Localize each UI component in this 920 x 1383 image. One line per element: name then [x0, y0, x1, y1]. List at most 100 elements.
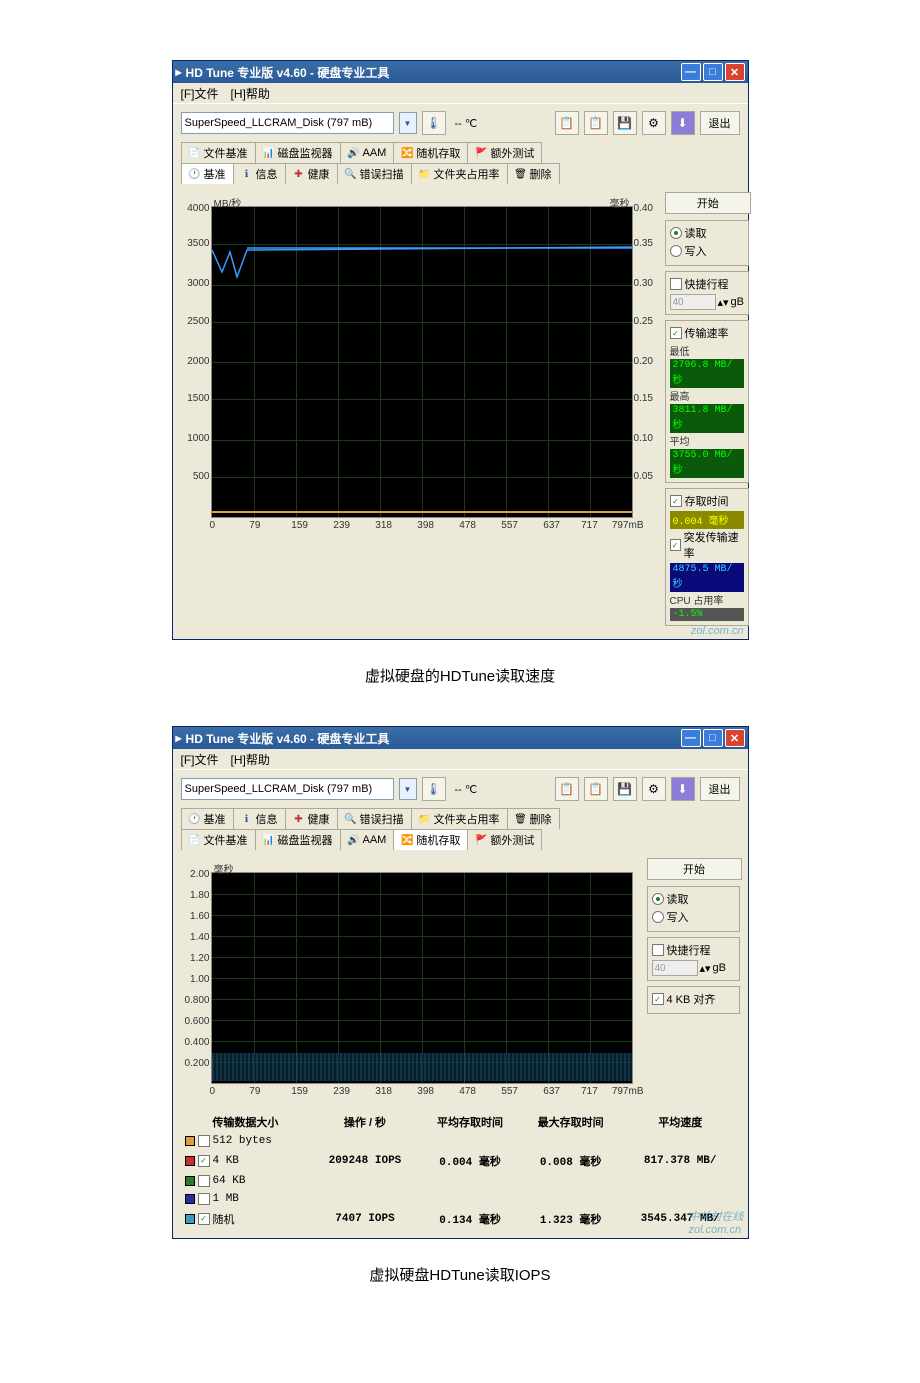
tab-folder-usage[interactable]: 📁文件夹占用率 [411, 808, 508, 829]
checkbox-icon: ✓ [670, 495, 682, 507]
check-align[interactable]: ✓4 KB 对齐 [652, 991, 735, 1007]
tab-random-access[interactable]: 🔀随机存取 [393, 829, 468, 850]
cell-speed: 817.378 MB/ [621, 1150, 740, 1172]
tab-erase[interactable]: 🗑删除 [507, 163, 560, 184]
drive-select-value: SuperSpeed_LLCRAM_Disk (797 mB) [185, 783, 373, 795]
check-access[interactable]: ✓存取时间 [670, 493, 745, 509]
online-button[interactable]: ⬇ [671, 111, 695, 135]
tab-info[interactable]: ℹ信息 [233, 808, 286, 829]
save-button[interactable]: 💾 [613, 777, 637, 801]
checkbox-icon[interactable] [198, 1193, 210, 1205]
random-icon: 🔀 [401, 147, 413, 159]
cell-speed [621, 1172, 740, 1190]
toolbar: SuperSpeed_LLCRAM_Disk (797 mB) ▼ 🌡 -- ℃… [173, 103, 748, 142]
title-bar[interactable]: ▸ HD Tune 专业版 v4.60 - 硬盘专业工具 — □ ✕ [173, 61, 748, 83]
tab-disk-monitor[interactable]: 📊磁盘监视器 [255, 142, 341, 163]
check-burst[interactable]: ✓突发传输速率 [670, 529, 745, 561]
tab-erase[interactable]: 🗑删除 [507, 808, 560, 829]
menu-help[interactable]: [H]帮助 [231, 85, 270, 102]
checkbox-icon[interactable]: ✓ [198, 1155, 210, 1167]
tab-benchmark[interactable]: 🕐基准 [181, 808, 234, 829]
radio-on-icon [652, 893, 664, 905]
minimize-button[interactable]: — [681, 729, 701, 747]
menu-file[interactable]: [F]文件 [181, 85, 219, 102]
check-quick[interactable]: 快捷行程 [670, 276, 745, 292]
quick-value-input[interactable] [670, 294, 716, 310]
mode-panel: 读取 写入 [647, 886, 740, 932]
options-button[interactable]: ⚙ [642, 777, 666, 801]
tab-error-scan[interactable]: 🔍错误扫描 [337, 808, 412, 829]
drive-select[interactable]: SuperSpeed_LLCRAM_Disk (797 mB) [181, 112, 394, 134]
align-panel: ✓4 KB 对齐 [647, 986, 740, 1014]
spinner-icon[interactable]: ▴▾ [718, 296, 729, 309]
copy-screenshot-button[interactable]: 📋 [584, 777, 608, 801]
random-side-panel: 开始 读取 写入 快捷行程 ▴▾gB ✓4 KB 对齐 [647, 858, 740, 1100]
cell-max [520, 1172, 621, 1190]
radio-read[interactable]: 读取 [670, 225, 745, 241]
info-icon: ℹ [241, 168, 253, 180]
health-icon: ✚ [293, 813, 305, 825]
drive-select-value: SuperSpeed_LLCRAM_Disk (797 mB) [185, 117, 373, 129]
online-button[interactable]: ⬇ [671, 777, 695, 801]
radio-write[interactable]: 写入 [670, 243, 745, 259]
radio-read[interactable]: 读取 [652, 891, 735, 907]
exit-button[interactable]: 退出 [700, 777, 740, 801]
cell-avg [420, 1132, 521, 1150]
table-row: 64 KB [181, 1172, 740, 1190]
tab-disk-monitor[interactable]: 📊磁盘监视器 [255, 829, 341, 850]
tab-folder-usage[interactable]: 📁文件夹占用率 [411, 163, 508, 184]
drive-dropdown-icon[interactable]: ▼ [399, 778, 417, 800]
checkbox-icon[interactable]: ✓ [198, 1213, 210, 1225]
start-button[interactable]: 开始 [665, 192, 752, 214]
save-button[interactable]: 💾 [613, 111, 637, 135]
tab-random-access[interactable]: 🔀随机存取 [393, 142, 468, 163]
close-button[interactable]: ✕ [725, 729, 745, 747]
check-transfer[interactable]: ✓传输速率 [670, 325, 745, 341]
th-size: 传输数据大小 [181, 1112, 311, 1132]
tab-row-1: 🕐基准 ℹ信息 ✚健康 🔍错误扫描 📁文件夹占用率 🗑删除 [173, 808, 748, 829]
tab-file-benchmark[interactable]: 📄文件基准 [181, 829, 256, 850]
drive-select[interactable]: SuperSpeed_LLCRAM_Disk (797 mB) [181, 778, 394, 800]
copy-screenshot-button[interactable]: 📋 [584, 111, 608, 135]
file-icon: 📄 [189, 147, 201, 159]
menu-file[interactable]: [F]文件 [181, 751, 219, 768]
tab-row-2: 🕐基准 ℹ信息 ✚健康 🔍错误扫描 📁文件夹占用率 🗑删除 [173, 163, 748, 184]
tab-error-scan[interactable]: 🔍错误扫描 [337, 163, 412, 184]
checkbox-icon[interactable] [198, 1175, 210, 1187]
spinner-icon[interactable]: ▴▾ [700, 962, 711, 975]
drive-dropdown-icon[interactable]: ▼ [399, 112, 417, 134]
close-button[interactable]: ✕ [725, 63, 745, 81]
checkbox-icon[interactable] [198, 1135, 210, 1147]
maximize-button[interactable]: □ [703, 63, 723, 81]
start-button[interactable]: 开始 [647, 858, 742, 880]
title-bar[interactable]: ▸ HD Tune 专业版 v4.60 - 硬盘专业工具 — □ ✕ [173, 727, 748, 749]
tab-extra-tests[interactable]: 🚩额外测试 [467, 142, 542, 163]
tab-health[interactable]: ✚健康 [285, 808, 338, 829]
options-button[interactable]: ⚙ [642, 111, 666, 135]
check-quick[interactable]: 快捷行程 [652, 942, 735, 958]
tab-aam[interactable]: 🔊AAM [340, 142, 395, 163]
menu-help[interactable]: [H]帮助 [231, 751, 270, 768]
exit-button[interactable]: 退出 [700, 111, 740, 135]
tab-info[interactable]: ℹ信息 [233, 163, 286, 184]
minimize-button[interactable]: — [681, 63, 701, 81]
window-title: HD Tune 专业版 v4.60 - 硬盘专业工具 [186, 730, 390, 747]
temp-icon[interactable]: 🌡 [422, 777, 446, 801]
tab-aam[interactable]: 🔊AAM [340, 829, 395, 850]
copy-info-button[interactable]: 📋 [555, 111, 579, 135]
temp-icon[interactable]: 🌡 [422, 111, 446, 135]
checkbox-icon [670, 278, 682, 290]
table-row: ✓4 KB209248 IOPS0.004 毫秒0.008 毫秒817.378 … [181, 1150, 740, 1172]
quick-value-input[interactable] [652, 960, 698, 976]
radio-write[interactable]: 写入 [652, 909, 735, 925]
tab-benchmark[interactable]: 🕐基准 [181, 163, 234, 184]
tab-extra-tests[interactable]: 🚩额外测试 [467, 829, 542, 850]
menu-bar: [F]文件 [H]帮助 [173, 749, 748, 769]
tab-health[interactable]: ✚健康 [285, 163, 338, 184]
max-label: 最高 [670, 392, 690, 403]
tab-file-benchmark[interactable]: 📄文件基准 [181, 142, 256, 163]
maximize-button[interactable]: □ [703, 729, 723, 747]
copy-info-button[interactable]: 📋 [555, 777, 579, 801]
info-icon: ℹ [241, 813, 253, 825]
cpu-value: -1.5% [670, 608, 745, 621]
